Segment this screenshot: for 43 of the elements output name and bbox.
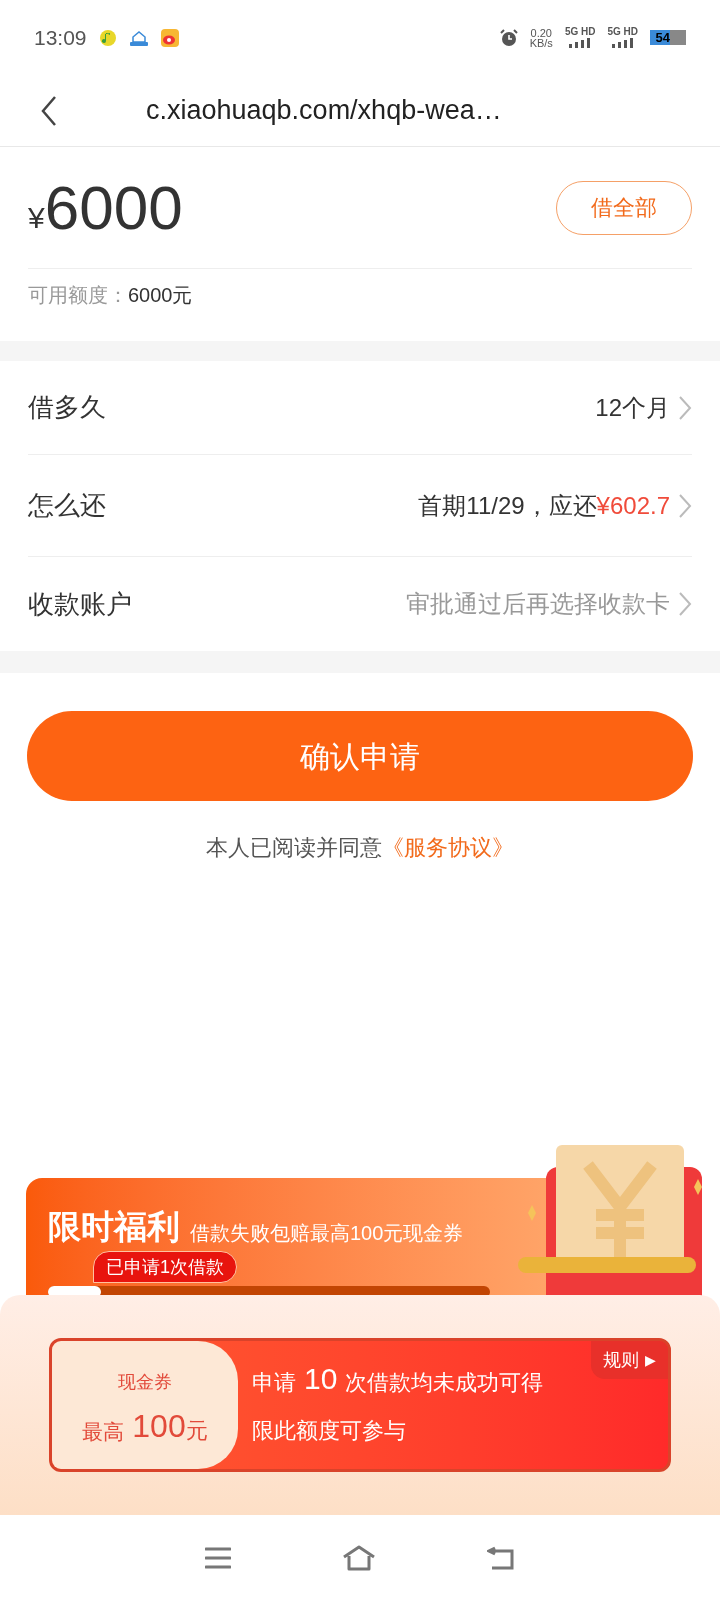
app-notification-icon [128,28,149,47]
coupon-label: 现金券 [118,1370,172,1394]
form-row[interactable]: 怎么还 首期11/29，应还¥602.7 [28,455,692,557]
agreement-text: 本人已阅读并同意 [206,834,382,862]
row-label: 收款账户 [28,587,132,621]
app-notification-icon [160,28,179,47]
row-label: 怎么还 [28,489,106,522]
chevron-right-icon [678,394,692,421]
available-amount: 6000元 [128,283,193,308]
coupon-note: 限此额度可参与 [252,1416,407,1445]
alarm-icon [499,28,518,47]
coupon-condition: 申请 10 次借款均未成功可得 [252,1363,544,1394]
network-speed: 0.20 KB/s [529,27,553,48]
page-url: c.xiaohuaqb.com/xhqb-wea… [146,94,502,128]
coupon-amount: 最高 100元 [82,1409,208,1442]
row-value: 审批通过后再选择收款卡 [406,589,670,619]
battery-indicator: 54 [650,30,686,45]
network-label: 5G HD [564,27,596,37]
form-row[interactable]: 收款账户 审批通过后再选择收款卡 [28,557,692,651]
status-time: 13:09 [34,24,87,51]
app-notification-icon [98,28,117,47]
network-label: 5G HD [607,27,638,37]
applied-count-badge: 已申请1次借款 [93,1251,237,1283]
signal-icon [609,38,636,48]
row-label: 借多久 [28,391,106,424]
home-icon[interactable] [342,1544,376,1571]
promo-title: 限时福利 [48,1210,180,1243]
menu-icon[interactable] [205,1546,232,1569]
promo-subtitle: 借款失败包赔最高100元现金券 [190,1223,464,1243]
confirm-button[interactable]: 确认申请 [27,711,693,801]
row-value: 首期11/29，应还 [418,490,597,521]
row-value: 12个月 [595,392,670,423]
loan-amount: 6000 [44,176,183,239]
available-label: 可用额度： [28,283,128,308]
rules-button[interactable]: 规则 ▶ [591,1341,668,1379]
back-icon[interactable] [486,1545,515,1570]
chevron-right-icon [678,591,692,617]
form-row[interactable]: 借多久 12个月 [28,361,692,455]
back-icon[interactable] [40,94,58,127]
service-agreement-link[interactable]: 《服务协议》 [382,831,514,864]
currency-symbol: ¥ [28,201,45,236]
repayment-amount: ¥602.7 [596,490,670,521]
chevron-right-icon [678,492,692,519]
